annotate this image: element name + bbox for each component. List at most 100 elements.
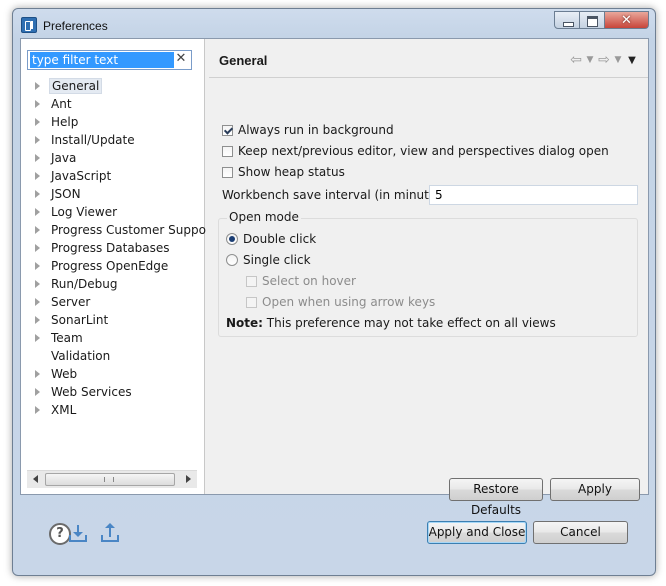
tree-item-label: Progress Customer Support: [51, 223, 216, 237]
always-run-background-option[interactable]: Always run in background: [222, 121, 394, 139]
single-click-option[interactable]: Single click: [226, 251, 311, 269]
import-icon[interactable]: [67, 523, 89, 545]
tree-item[interactable]: Team: [21, 329, 201, 347]
expand-arrow-icon[interactable]: [35, 370, 40, 378]
tree-item-label: JavaScript: [51, 169, 112, 183]
tree-item[interactable]: Server: [21, 293, 201, 311]
always-run-background-label: Always run in background: [238, 123, 394, 137]
expand-arrow-icon[interactable]: [35, 244, 40, 252]
apply-and-close-button[interactable]: Apply and Close: [427, 521, 527, 544]
export-arrow: [109, 527, 111, 537]
maximize-button[interactable]: [580, 11, 605, 29]
filter-input[interactable]: [30, 52, 174, 68]
show-heap-status-option[interactable]: Show heap status: [222, 163, 345, 181]
tree-item-label: Web Services: [51, 385, 132, 399]
expand-arrow-icon[interactable]: [35, 262, 40, 270]
single-click-label: Single click: [243, 253, 311, 267]
scroll-left-icon[interactable]: [33, 475, 38, 483]
keep-next-previous-option[interactable]: Keep next/previous editor, view and pers…: [222, 142, 609, 160]
tree-item-label: Run/Debug: [51, 277, 118, 291]
keep-next-previous-checkbox[interactable]: [222, 146, 233, 157]
tree-item[interactable]: XML: [21, 401, 201, 419]
tree-item-label: Log Viewer: [51, 205, 118, 219]
expand-arrow-icon[interactable]: [35, 334, 40, 342]
tree-item-label: JSON: [51, 187, 81, 201]
apply-button[interactable]: Apply: [550, 478, 640, 501]
maximize-icon: [587, 16, 598, 27]
export-arrowhead: [105, 523, 115, 528]
back-arrow-icon[interactable]: ⇦: [568, 52, 584, 68]
single-click-radio[interactable]: [226, 254, 238, 266]
back-dropdown-icon[interactable]: ▼: [584, 55, 596, 65]
page-title: General: [219, 53, 268, 68]
tree-item[interactable]: Web Services: [21, 383, 201, 401]
view-menu-icon[interactable]: ▼: [624, 55, 640, 66]
close-button[interactable]: ✕: [605, 11, 649, 29]
expand-arrow-icon[interactable]: [35, 154, 40, 162]
tree-item-label: Progress OpenEdge: [51, 259, 169, 273]
tree-item[interactable]: Progress OpenEdge: [21, 257, 201, 275]
tree-item[interactable]: JSON: [21, 185, 201, 203]
clear-filter-icon[interactable]: ✕: [174, 51, 188, 66]
expand-arrow-icon[interactable]: [35, 136, 40, 144]
tree-item-label: Help: [51, 115, 79, 129]
expand-arrow-icon[interactable]: [35, 316, 40, 324]
preference-page: General ⇦ ▼ ⇨ ▼ ▼ Always run in backgrou…: [209, 39, 648, 517]
expand-arrow-icon[interactable]: [35, 226, 40, 234]
tree-item[interactable]: Web: [21, 365, 201, 383]
note-label: Note:: [226, 316, 263, 330]
expand-arrow-icon[interactable]: [35, 118, 40, 126]
expand-arrow-icon[interactable]: [35, 298, 40, 306]
minimize-button[interactable]: [554, 11, 580, 29]
show-heap-status-checkbox[interactable]: [222, 167, 233, 178]
expand-arrow-icon[interactable]: [35, 388, 40, 396]
scroll-right-icon[interactable]: [186, 475, 191, 483]
page-navigation: ⇦ ▼ ⇨ ▼ ▼: [568, 52, 640, 68]
window-title: Preferences: [43, 19, 108, 33]
page-header: General ⇦ ▼ ⇨ ▼ ▼: [209, 39, 648, 78]
select-on-hover-checkbox: [246, 276, 257, 287]
expand-arrow-icon[interactable]: [35, 172, 40, 180]
tree-item[interactable]: Validation: [21, 347, 201, 365]
tree-item[interactable]: SonarLint: [21, 311, 201, 329]
expand-arrow-icon[interactable]: [35, 208, 40, 216]
tree-item[interactable]: Java: [21, 149, 201, 167]
tree-item[interactable]: Help: [21, 113, 201, 131]
always-run-background-checkbox[interactable]: [222, 125, 233, 136]
open-arrow-keys-checkbox: [246, 297, 257, 308]
tree-item[interactable]: Install/Update: [21, 131, 201, 149]
tree-item[interactable]: Progress Customer Support: [21, 221, 216, 239]
tree-item[interactable]: Log Viewer: [21, 203, 201, 221]
title-bar[interactable]: Preferences ✕: [13, 9, 655, 37]
save-interval-input[interactable]: [429, 185, 638, 205]
tree-item[interactable]: Ant: [21, 95, 201, 113]
save-interval-label: Workbench save interval (in minutes):: [222, 188, 452, 202]
tree-item-label: Ant: [51, 97, 72, 111]
expand-arrow-icon[interactable]: [35, 190, 40, 198]
scrollbar-thumb[interactable]: [45, 473, 175, 486]
forward-arrow-icon[interactable]: ⇨: [596, 52, 612, 68]
tree-item-label: Team: [51, 331, 83, 345]
double-click-label: Double click: [243, 232, 317, 246]
select-on-hover-option: Select on hover: [246, 272, 356, 290]
open-mode-title: Open mode: [227, 210, 301, 224]
tree-item[interactable]: Progress Databases: [21, 239, 201, 257]
expand-arrow-icon[interactable]: [35, 406, 40, 414]
tree-item-label: Server: [51, 295, 91, 309]
expand-arrow-icon[interactable]: [35, 100, 40, 108]
expand-arrow-icon[interactable]: [35, 280, 40, 288]
tree-item-label: General: [49, 78, 103, 94]
tree-item-label: Install/Update: [51, 133, 135, 147]
double-click-option[interactable]: Double click: [226, 230, 316, 248]
tree-item[interactable]: General: [21, 77, 201, 95]
export-icon[interactable]: [99, 523, 121, 545]
double-click-radio[interactable]: [226, 233, 238, 245]
expand-arrow-icon[interactable]: [35, 82, 40, 90]
restore-defaults-button[interactable]: Restore Defaults: [449, 478, 543, 517]
cancel-button[interactable]: Cancel: [533, 521, 628, 544]
tree-item[interactable]: JavaScript: [21, 167, 201, 185]
horizontal-scrollbar[interactable]: [27, 470, 197, 488]
tree-item-label: SonarLint: [51, 313, 109, 327]
tree-item[interactable]: Run/Debug: [21, 275, 201, 293]
forward-dropdown-icon[interactable]: ▼: [612, 55, 624, 65]
